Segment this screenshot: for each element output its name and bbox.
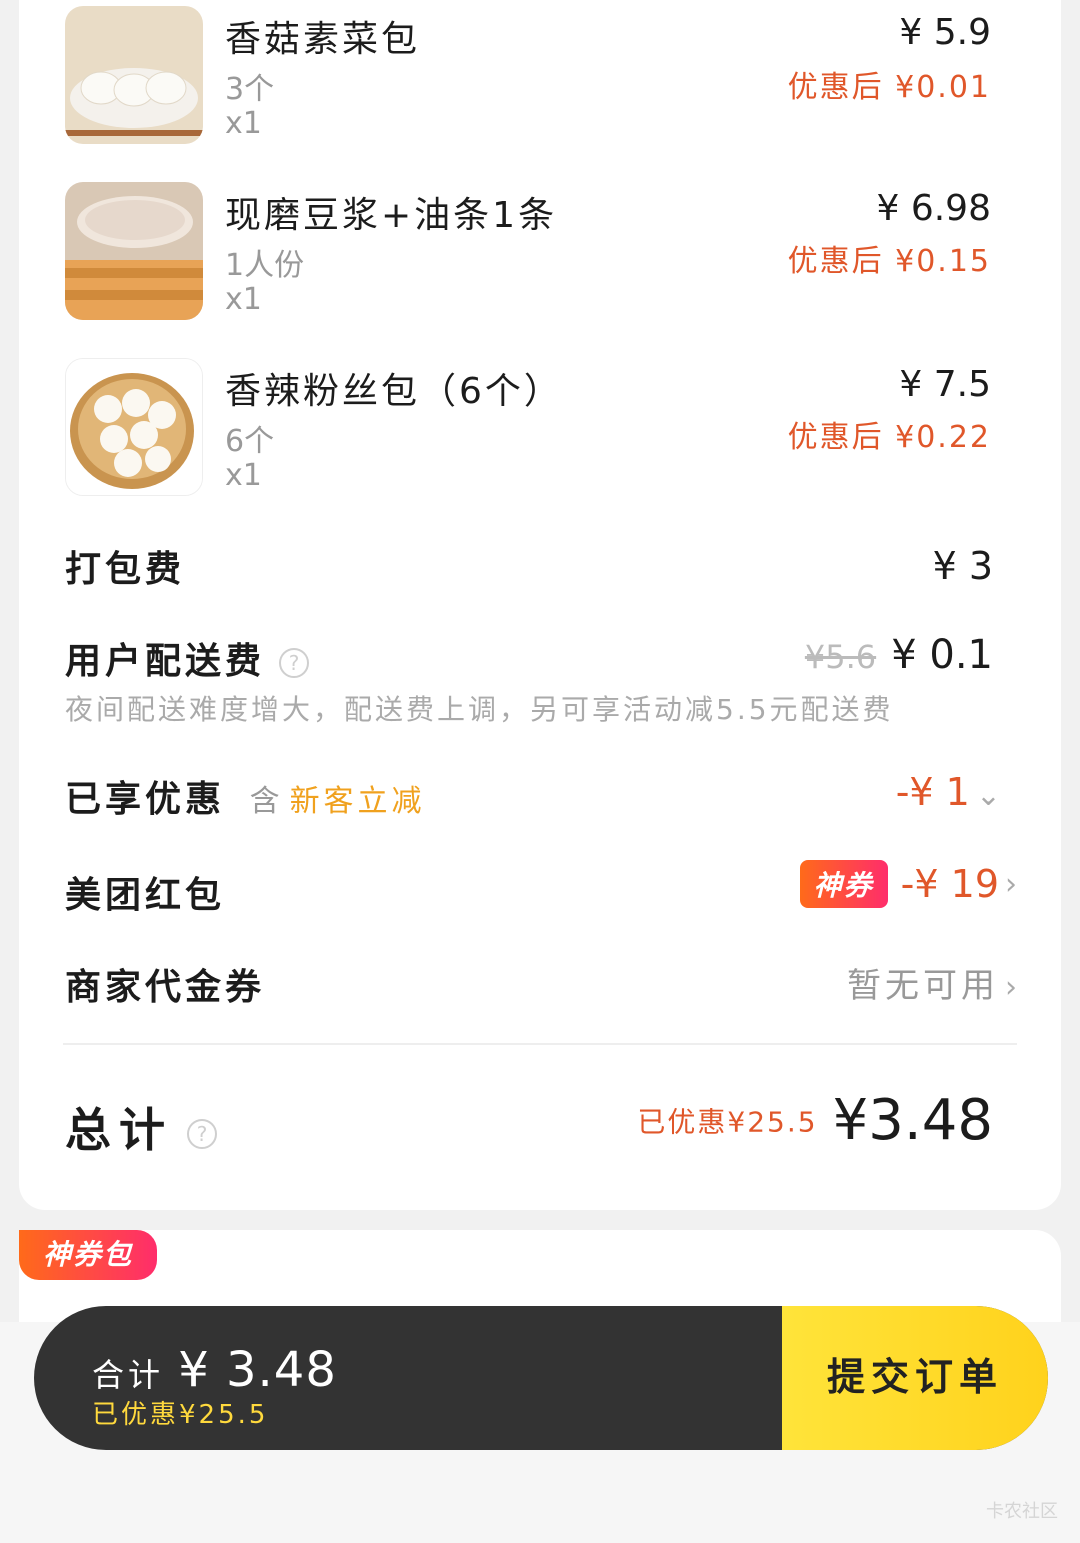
coupon-badge: 神券 [799, 860, 888, 908]
item-price: ¥ 6.98 [876, 188, 991, 229]
item-name: 香辣粉丝包（6个） [225, 371, 563, 412]
watermark: 卡农社区 [986, 1501, 1058, 1522]
total-saved: 已优惠¥25.5 [637, 1105, 818, 1139]
steamed-bun-plate-icon [65, 6, 203, 144]
bar-sum: 合计 ¥ 3.48 [92, 1342, 337, 1398]
delivery-fee-original: ¥5.6 [804, 638, 877, 676]
delivery-fee-label: 用户配送费 [65, 641, 266, 682]
bar-sum-value: ¥ 3.48 [178, 1342, 337, 1398]
enjoyed-discount-row[interactable]: 已享优惠 含新客立减 [65, 770, 426, 822]
merchant-coupon-label: 商家代金券 [65, 967, 266, 1008]
chevron-right-icon: › [1005, 970, 1017, 1005]
submit-order-button[interactable]: 提交订单 [782, 1306, 1048, 1450]
delivery-fee-note: 夜间配送难度增大，配送费上调，另可享活动减5.5元配送费 [65, 693, 894, 726]
item-quantity: x1 [225, 106, 262, 141]
item-spec: 6个 [225, 424, 275, 459]
item-quantity: x1 [225, 458, 262, 493]
delivery-fee-value: ¥ 0.1 [891, 632, 993, 678]
enjoyed-discount-detail: 新客立减 [289, 784, 426, 819]
order-item: 香菇素菜包 3个 x1 ¥ 5.9 优惠后 ¥0.01 [19, 6, 1061, 156]
total-label: 总计 [65, 1103, 173, 1157]
divider [63, 1043, 1017, 1045]
bun-basket-icon [65, 358, 203, 496]
item-quantity: x1 [225, 282, 262, 317]
item-spec: 3个 [225, 72, 275, 107]
checkout-bar: 合计 ¥ 3.48 已优惠¥25.5 提交订单 [34, 1306, 1048, 1450]
delivery-fee-row: 用户配送费? [65, 632, 310, 684]
chevron-down-icon: ⌄ [975, 778, 1001, 813]
total-row: 总计? [65, 1094, 217, 1160]
coupon-pack-tag: 神券包 [19, 1230, 157, 1280]
chevron-right-icon: › [1005, 866, 1017, 902]
enjoyed-discount-label: 已享优惠 [65, 779, 226, 820]
item-discounted-price: 优惠后 ¥0.15 [787, 244, 991, 279]
packing-fee-value: ¥ 3 [932, 544, 993, 588]
merchant-coupon-value: 暂无可用 [847, 966, 999, 1006]
enjoyed-discount-value-wrap[interactable]: -¥ 1 ⌄ [896, 770, 1001, 814]
item-discounted-price: 优惠后 ¥0.01 [787, 70, 991, 105]
soymilk-youtiao-icon [65, 182, 203, 320]
total-values: 已优惠¥25.5 ¥3.48 [637, 1088, 993, 1153]
enjoyed-discount-prefix: 含 [249, 784, 284, 819]
item-price: ¥ 5.9 [899, 12, 991, 53]
help-icon[interactable]: ? [187, 1118, 217, 1149]
delivery-fee-prices: ¥5.6 ¥ 0.1 [805, 632, 993, 678]
bar-saved: 已优惠¥25.5 [92, 1400, 269, 1430]
merchant-coupon-value-wrap[interactable]: 暂无可用 › [847, 958, 1017, 1007]
item-price: ¥ 7.5 [899, 364, 991, 405]
item-name: 香菇素菜包 [225, 19, 421, 60]
total-value: ¥3.48 [832, 1088, 993, 1153]
item-discounted-price: 优惠后 ¥0.22 [787, 420, 991, 455]
redpacket-value: -¥ 19 [900, 862, 999, 906]
redpacket-value-wrap[interactable]: 神券 -¥ 19 › [799, 860, 1017, 908]
order-summary-card: 香菇素菜包 3个 x1 ¥ 5.9 优惠后 ¥0.01 现磨豆浆+油条1条 1人… [19, 0, 1061, 1210]
bar-sum-label: 合计 [92, 1356, 165, 1394]
packing-fee-label: 打包费 [65, 549, 186, 590]
help-icon[interactable]: ? [279, 648, 310, 678]
item-spec: 1人份 [225, 248, 305, 283]
item-name: 现磨豆浆+油条1条 [225, 195, 558, 236]
enjoyed-discount-value: -¥ 1 [895, 770, 970, 814]
order-item: 现磨豆浆+油条1条 1人份 x1 ¥ 6.98 优惠后 ¥0.15 [19, 182, 1061, 332]
order-item: 香辣粉丝包（6个） 6个 x1 ¥ 7.5 优惠后 ¥0.22 [19, 358, 1061, 508]
redpacket-label: 美团红包 [65, 875, 226, 916]
